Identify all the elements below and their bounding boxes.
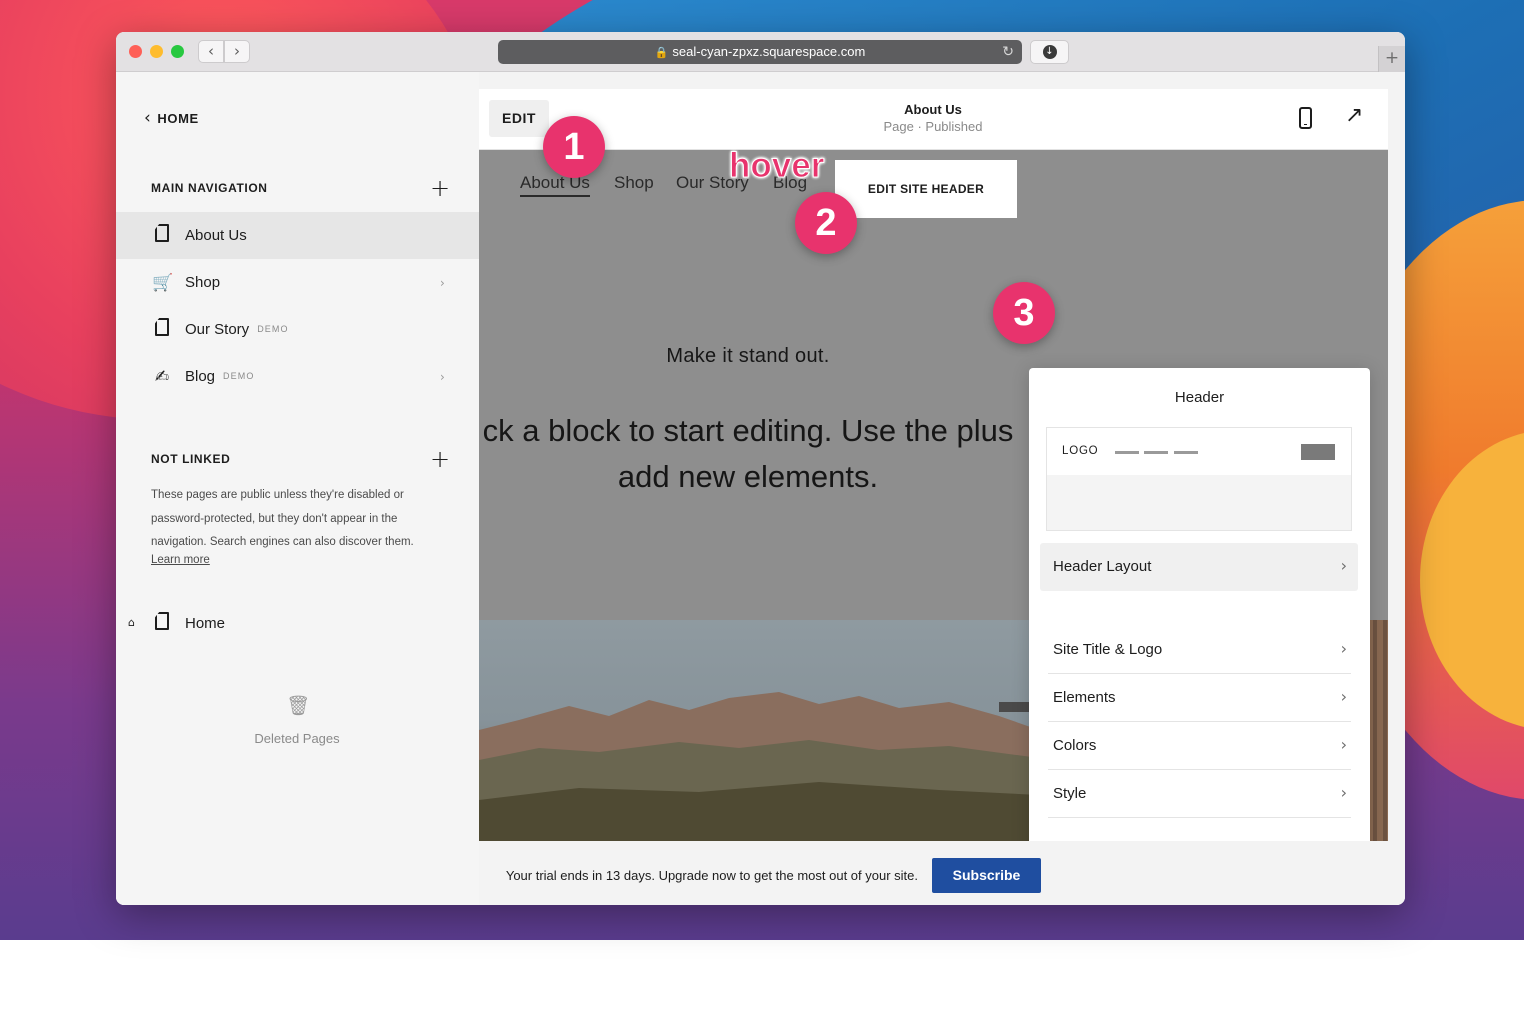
- chevron-right-icon[interactable]: ›: [440, 276, 445, 290]
- expand-arrow-icon[interactable]: ↗: [1345, 103, 1363, 128]
- panel-row-label: Header Layout: [1053, 558, 1152, 575]
- chevron-right-icon: ›: [1340, 556, 1347, 575]
- step-badge-3: 3: [993, 282, 1055, 344]
- sidebar-item-label: Shop: [185, 274, 221, 291]
- page-title: About Us: [904, 102, 962, 117]
- hover-annotation: hover: [728, 146, 825, 186]
- sidebar-item-label: Home: [185, 615, 226, 632]
- subscribe-button[interactable]: Subscribe: [932, 858, 1041, 893]
- sidebar-item-label: Our Story DEMO: [185, 321, 289, 338]
- chevron-left-icon: ‹: [208, 42, 214, 60]
- panel-row-colors[interactable]: Colors ›: [1048, 722, 1351, 770]
- sidebar-item-shop[interactable]: 🛒 Shop ›: [116, 259, 479, 306]
- panel-row-label: Site Title & Logo: [1053, 641, 1163, 658]
- mobile-preview-icon[interactable]: [1299, 107, 1312, 129]
- download-icon: ↓: [1042, 45, 1057, 59]
- plus-icon: +: [1384, 48, 1400, 68]
- add-page-main-nav-icon[interactable]: +: [430, 176, 450, 200]
- hero-heading-line-2: add new elements.: [617, 459, 879, 494]
- edit-button[interactable]: EDIT: [489, 100, 549, 137]
- downloads-button[interactable]: ↓: [1030, 40, 1069, 64]
- main-navigation-heading: MAIN NAVIGATION: [151, 181, 268, 195]
- logo-placeholder: LOGO: [1062, 445, 1099, 457]
- reload-icon[interactable]: ↻: [1002, 40, 1014, 64]
- page-preview: EDIT About Us Page · Published ↗ About U…: [479, 89, 1388, 841]
- browser-titlebar: ‹ › 🔒 seal-cyan-zpxz.squarespace.com ↻ ↓ …: [116, 32, 1405, 72]
- step-badge-1: 1: [543, 116, 605, 178]
- chevron-right-icon: ›: [1340, 783, 1347, 802]
- chevron-left-icon: ‹: [144, 108, 152, 128]
- hero-subheading[interactable]: Make it stand out.: [479, 345, 1017, 368]
- not-linked-heading: NOT LINKED: [151, 452, 231, 466]
- new-tab-button[interactable]: +: [1378, 46, 1405, 72]
- edit-site-header-button[interactable]: EDIT SITE HEADER: [835, 160, 1017, 218]
- header-preview-strip: LOGO: [1047, 428, 1351, 475]
- nav-link-placeholder: [1144, 451, 1168, 454]
- hero-heading-line-1: ck a block to start editing. Use the plu…: [482, 413, 1014, 448]
- sidebar-item-blog[interactable]: ✍ Blog DEMO ›: [116, 353, 479, 400]
- cart-icon: 🛒: [152, 272, 174, 293]
- chevron-right-icon: ›: [1340, 639, 1347, 658]
- lock-icon: 🔒: [654, 46, 669, 59]
- editor-content: ‹ HOME MAIN NAVIGATION + About Us 🛒 Shop…: [116, 72, 1405, 905]
- wall-vent: [999, 702, 1029, 712]
- panel-row-header-layout[interactable]: Header Layout ›: [1040, 543, 1358, 591]
- trash-icon[interactable]: 🗑: [286, 694, 310, 717]
- button-placeholder: [1301, 444, 1335, 460]
- deleted-pages-link[interactable]: Deleted Pages: [216, 731, 378, 746]
- panel-title: Header: [1174, 389, 1225, 406]
- page-icon: [152, 224, 172, 247]
- sidebar-item-label: Blog DEMO: [185, 368, 255, 385]
- chevron-right-icon: ›: [234, 42, 240, 60]
- blog-icon: ✍: [154, 366, 170, 387]
- address-url: seal-cyan-zpxz.squarespace.com: [672, 44, 866, 59]
- site-nav-shop[interactable]: Shop: [614, 173, 654, 193]
- learn-more-link[interactable]: Learn more: [151, 554, 210, 566]
- demo-badge: DEMO: [257, 324, 289, 334]
- forward-button[interactable]: ›: [224, 40, 250, 63]
- panel-row-site-title-logo[interactable]: Site Title & Logo ›: [1048, 626, 1351, 674]
- chevron-right-icon[interactable]: ›: [440, 370, 445, 384]
- sidebar-item-about-us[interactable]: About Us: [116, 212, 479, 259]
- panel-row-label: Elements: [1053, 689, 1116, 706]
- home-back-link[interactable]: ‹ HOME: [144, 106, 199, 130]
- header-layout-preview: LOGO: [1046, 427, 1352, 531]
- editor-topbar: EDIT About Us Page · Published ↗: [479, 89, 1388, 150]
- page-icon: [152, 318, 172, 341]
- chevron-right-icon: ›: [1340, 735, 1347, 754]
- header-settings-panel: Header LOGO Header Layout › Site Title &…: [1029, 368, 1370, 841]
- panel-row-elements[interactable]: Elements ›: [1048, 674, 1351, 722]
- minimize-window-button[interactable]: [150, 45, 163, 58]
- not-linked-description: These pages are public unless they're di…: [151, 489, 414, 548]
- nav-link-placeholder: [1174, 451, 1198, 454]
- close-window-button[interactable]: [129, 45, 142, 58]
- panel-row-style[interactable]: Style ›: [1048, 770, 1351, 818]
- pages-sidebar: ‹ HOME MAIN NAVIGATION + About Us 🛒 Shop…: [116, 72, 479, 905]
- demo-badge: DEMO: [223, 371, 255, 381]
- zoom-window-button[interactable]: [171, 45, 184, 58]
- step-badge-2: 2: [795, 192, 857, 254]
- address-bar[interactable]: 🔒 seal-cyan-zpxz.squarespace.com ↻: [498, 40, 1022, 64]
- hero-heading[interactable]: ck a block to start editing. Use the plu…: [479, 408, 1047, 500]
- site-canvas: About Us Shop Our Story Blog EDIT SITE H…: [479, 150, 1388, 841]
- back-button[interactable]: ‹: [198, 40, 224, 63]
- chevron-right-icon: ›: [1340, 687, 1347, 706]
- sidebar-item-home[interactable]: Home: [116, 600, 479, 647]
- panel-row-label: Style: [1053, 785, 1087, 802]
- sidebar-item-our-story[interactable]: Our Story DEMO: [116, 306, 479, 353]
- home-link-label: HOME: [157, 110, 199, 126]
- trial-message: Your trial ends in 13 days. Upgrade now …: [505, 868, 918, 883]
- page-icon: [152, 612, 172, 635]
- add-page-not-linked-icon[interactable]: +: [430, 447, 450, 471]
- nav-link-placeholder: [1115, 451, 1139, 454]
- page-status: Page · Published: [883, 119, 983, 134]
- panel-row-label: Colors: [1053, 737, 1097, 754]
- sidebar-item-label: About Us: [185, 227, 247, 244]
